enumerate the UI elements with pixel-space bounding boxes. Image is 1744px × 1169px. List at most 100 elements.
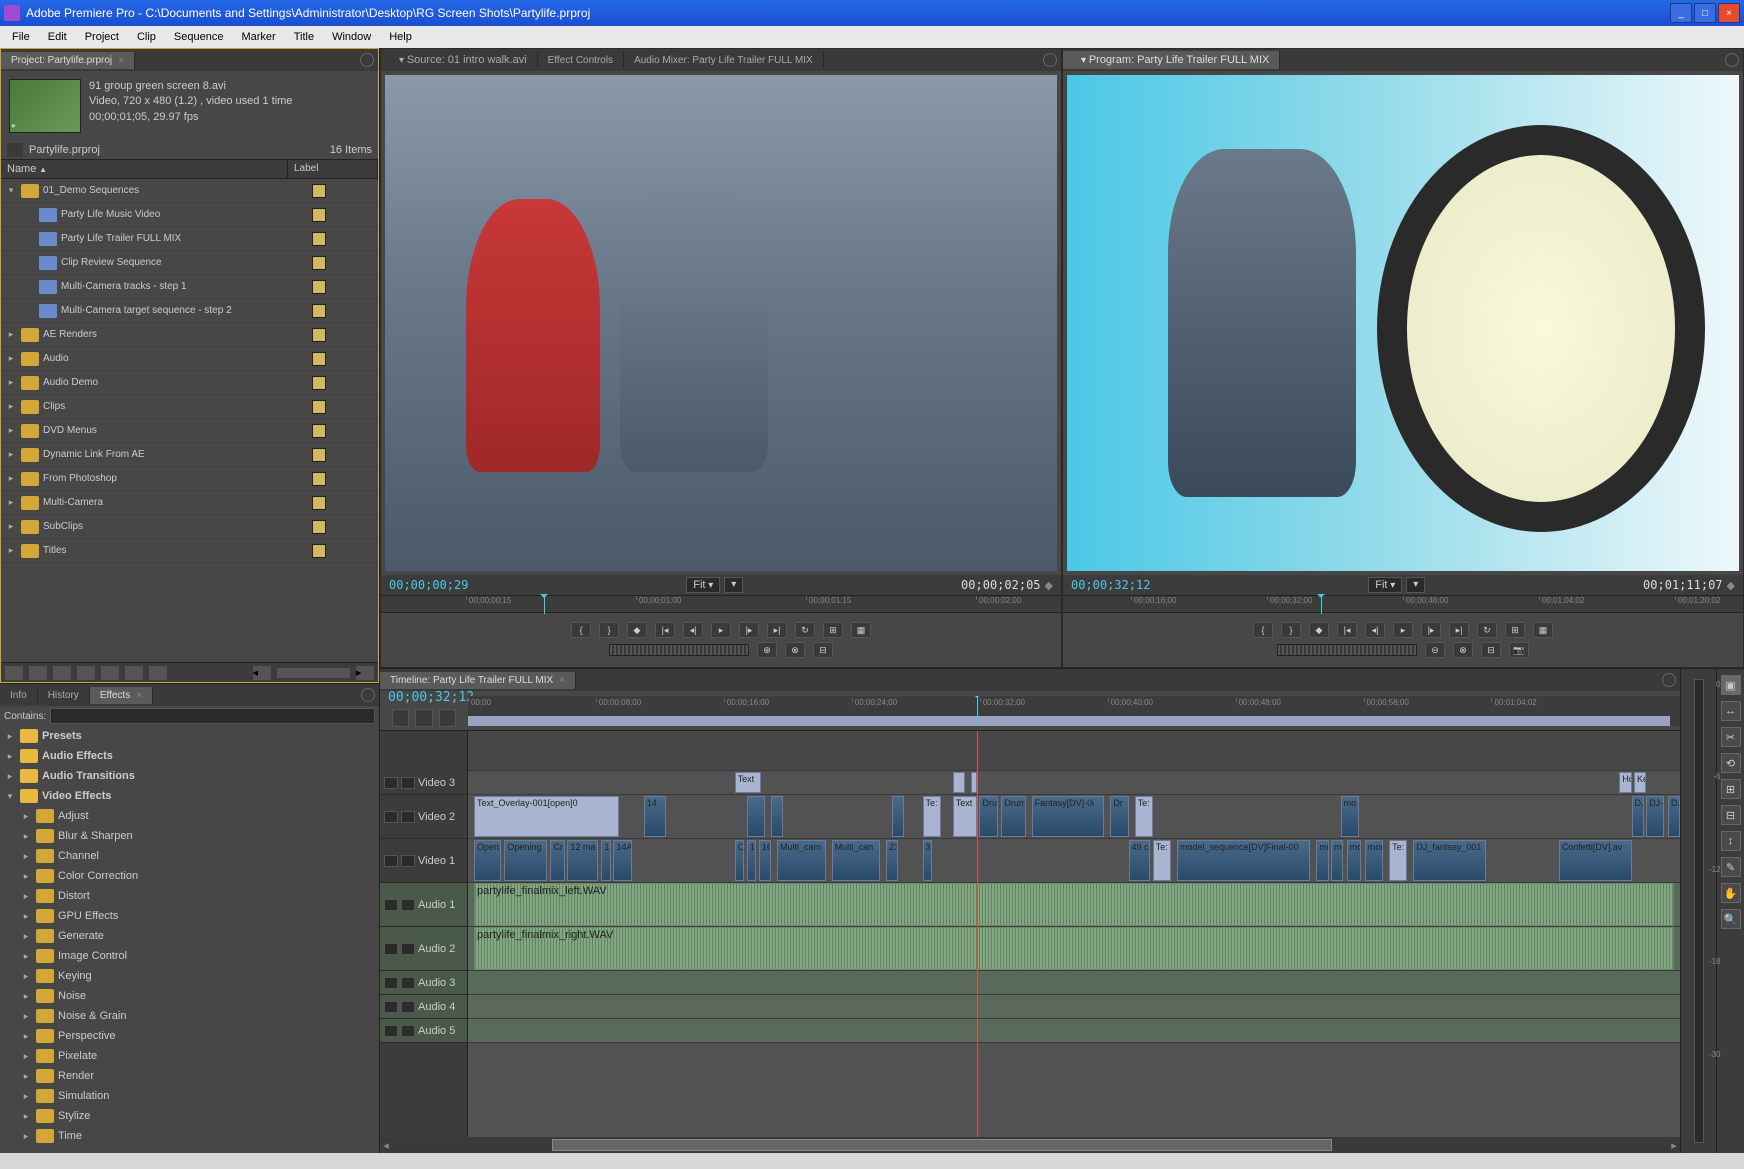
mark-out-button[interactable]: }: [1281, 622, 1301, 638]
goto-out-button[interactable]: ▸|: [1449, 622, 1469, 638]
effects-folder[interactable]: ▸Blur & Sharpen: [0, 826, 379, 846]
tree-row[interactable]: Clip Review Sequence: [1, 251, 378, 275]
menu-project[interactable]: Project: [77, 29, 127, 45]
track-toggle[interactable]: [384, 943, 398, 955]
timeline-clip[interactable]: Te:: [923, 796, 941, 837]
tree-row[interactable]: ▸Dynamic Link From AE: [1, 443, 378, 467]
tool-button-4[interactable]: ⊞: [1721, 779, 1741, 799]
effects-folder[interactable]: ▸Generate: [0, 926, 379, 946]
timeline-clip[interactable]: 23: [886, 840, 898, 881]
track-lock[interactable]: [401, 855, 415, 867]
panel-menu-icon[interactable]: [1725, 53, 1739, 67]
effects-folder[interactable]: ▸Color Correction: [0, 866, 379, 886]
panel-menu-icon[interactable]: [361, 688, 375, 702]
timeline-clip[interactable]: Confetti[DV].av: [1559, 840, 1632, 881]
effects-folder[interactable]: ▸Noise: [0, 986, 379, 1006]
timeline-clip[interactable]: Te:: [1389, 840, 1407, 881]
safe-margins-button[interactable]: ⊞: [823, 622, 843, 638]
tool-button-6[interactable]: ↕: [1721, 831, 1741, 851]
track-toggle[interactable]: [384, 777, 398, 789]
step-fwd-button[interactable]: |▸: [1421, 622, 1441, 638]
track-toggle[interactable]: [384, 977, 398, 989]
project-tab[interactable]: Project: Partylife.prproj: [1, 52, 135, 69]
menu-file[interactable]: File: [4, 29, 38, 45]
timeline-clip[interactable]: Cr: [550, 840, 565, 881]
track-lock[interactable]: [401, 1001, 415, 1013]
list-view-button[interactable]: [5, 666, 23, 680]
program-view[interactable]: [1067, 75, 1739, 571]
timeline-clip[interactable]: Open: [474, 840, 501, 881]
program-zoom-dropdown[interactable]: Fit ▾: [1368, 577, 1402, 593]
snap-toggle[interactable]: [392, 709, 409, 727]
timeline-clip[interactable]: 1: [747, 840, 757, 881]
effects-folder[interactable]: ▸GPU Effects: [0, 906, 379, 926]
audio-mixer-tab[interactable]: Audio Mixer: Party Life Trailer FULL MIX: [624, 52, 824, 69]
source-view[interactable]: [385, 75, 1057, 571]
video-track-lane[interactable]: OpenOpeningCr12 ma114AC116Multi_camMulti…: [468, 839, 1680, 883]
audio-track-header[interactable]: Audio 1: [380, 883, 467, 927]
timeline-clip[interactable]: model_sequence[DV]Final-00: [1177, 840, 1310, 881]
timeline-timecode[interactable]: 00;00;32;12: [388, 690, 460, 705]
track-lock[interactable]: [401, 811, 415, 823]
timeline-clip[interactable]: [892, 796, 904, 837]
tool-button-3[interactable]: ⟲: [1721, 753, 1741, 773]
tree-row[interactable]: Party Life Music Video: [1, 203, 378, 227]
tree-row[interactable]: ▸Titles: [1, 539, 378, 563]
timeline-clip[interactable]: Multi_cam: [777, 840, 825, 881]
menu-edit[interactable]: Edit: [40, 29, 75, 45]
menu-marker[interactable]: Marker: [233, 29, 283, 45]
effects-folder[interactable]: ▸Adjust: [0, 806, 379, 826]
program-zoom-down[interactable]: ▾: [1406, 577, 1425, 593]
video-track-lane[interactable]: TextHcKecredicon: [468, 771, 1680, 795]
timeline-clip[interactable]: Hc: [1619, 772, 1631, 793]
effects-folder[interactable]: ▸Distort: [0, 886, 379, 906]
audio-track-lane[interactable]: [468, 1019, 1680, 1043]
program-tc-current[interactable]: 00;00;32;12: [1071, 578, 1150, 592]
label-swatch[interactable]: [312, 400, 326, 414]
label-swatch[interactable]: [312, 208, 326, 222]
tool-button-2[interactable]: ✂: [1721, 727, 1741, 747]
track-toggle[interactable]: [384, 1001, 398, 1013]
label-swatch[interactable]: [312, 328, 326, 342]
audio-track-lane[interactable]: [468, 971, 1680, 995]
step-back-button[interactable]: ◂|: [1365, 622, 1385, 638]
timeline-audio-clip[interactable]: partylife_finalmix_right.WAV: [474, 927, 1674, 970]
menu-clip[interactable]: Clip: [129, 29, 164, 45]
source-zoom-dropdown[interactable]: Fit ▾: [686, 577, 720, 593]
timeline-clip[interactable]: DJ_fantasy_001: [1413, 840, 1486, 881]
tree-row[interactable]: ▾01_Demo Sequences: [1, 179, 378, 203]
automate-button[interactable]: [53, 666, 71, 680]
trim-button[interactable]: ⊟: [1481, 642, 1501, 658]
tree-row[interactable]: Party Life Trailer FULL MIX: [1, 227, 378, 251]
timeline-clip[interactable]: mo: [1341, 796, 1359, 837]
set-marker-button[interactable]: ◆: [1309, 622, 1329, 638]
timeline-tab[interactable]: Timeline: Party Life Trailer FULL MIX: [380, 672, 576, 689]
video-track-lane[interactable]: Text_Overlay-001[open]014Te:TextDruDrumF…: [468, 795, 1680, 839]
source-ruler[interactable]: 00;00;00;1500;00;01;0000;00;01;1500;00;0…: [381, 595, 1061, 613]
track-lock[interactable]: [401, 1025, 415, 1037]
tree-row[interactable]: ▸AE Renders: [1, 323, 378, 347]
effects-folder[interactable]: ▸Stylize: [0, 1106, 379, 1126]
panel-menu-icon[interactable]: [1043, 53, 1057, 67]
effects-folder[interactable]: ▾Video Effects: [0, 786, 379, 806]
track-toggle[interactable]: [384, 899, 398, 911]
timeline-clip[interactable]: Dru: [979, 796, 997, 837]
lift-button[interactable]: ⊖: [1425, 642, 1445, 658]
label-swatch[interactable]: [312, 544, 326, 558]
export-frame-button[interactable]: 📷: [1509, 642, 1529, 658]
timeline-clip[interactable]: Text_Overlay-001[open]0: [474, 796, 619, 837]
track-toggle[interactable]: [384, 855, 398, 867]
timeline-audio-clip[interactable]: partylife_finalmix_left.WAV: [474, 883, 1674, 926]
toggle-take-button[interactable]: ⊟: [813, 642, 833, 658]
panel-menu-icon[interactable]: [360, 53, 374, 67]
mark-in-button[interactable]: {: [1253, 622, 1273, 638]
clip-thumbnail[interactable]: [9, 79, 81, 133]
tool-button-0[interactable]: ▣: [1721, 675, 1741, 695]
safe-margins-button[interactable]: ⊞: [1505, 622, 1525, 638]
tree-row[interactable]: ▸DVD Menus: [1, 419, 378, 443]
label-swatch[interactable]: [312, 424, 326, 438]
goto-in-button[interactable]: |◂: [1337, 622, 1357, 638]
timeline-clip[interactable]: mod: [1347, 840, 1362, 881]
track-lock[interactable]: [401, 943, 415, 955]
output-button[interactable]: ▦: [1533, 622, 1553, 638]
